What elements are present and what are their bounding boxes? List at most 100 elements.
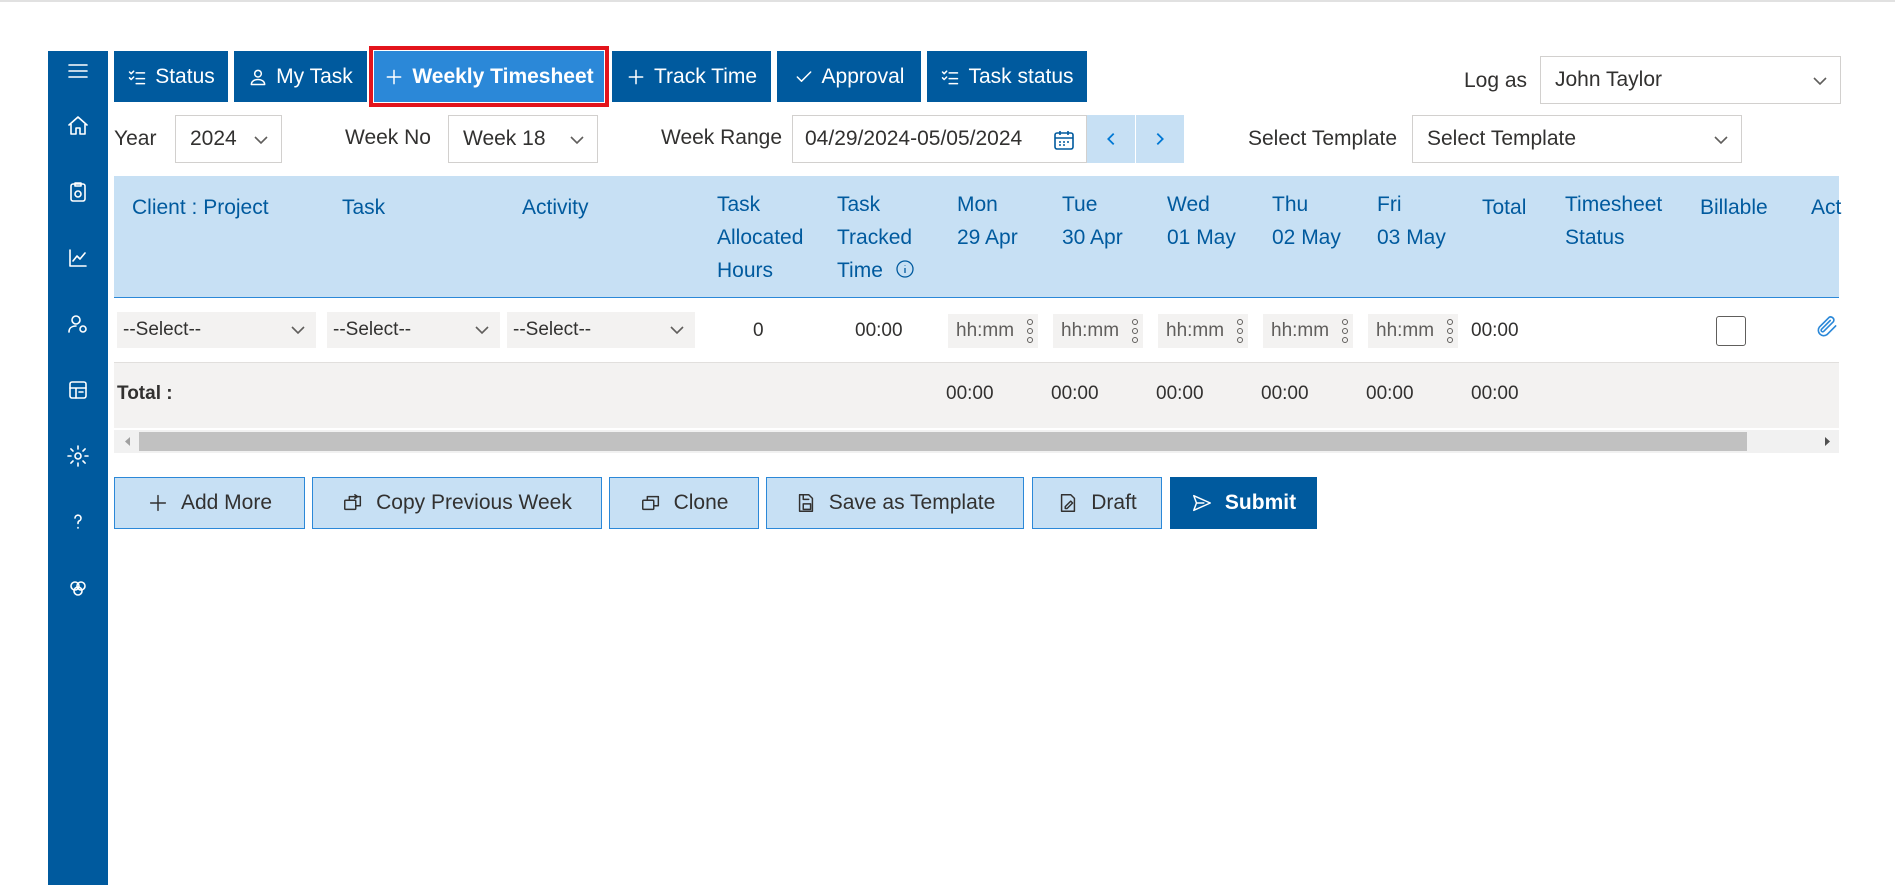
- time-input-tue[interactable]: hh:mm: [1053, 314, 1143, 348]
- row-total-value: 00:00: [1471, 320, 1519, 341]
- info-icon[interactable]: [895, 256, 915, 278]
- week-range-field[interactable]: 04/29/2024-05/05/2024: [792, 115, 1087, 163]
- board-icon[interactable]: [48, 370, 108, 410]
- total-thu: 00:00: [1261, 383, 1309, 404]
- chevron-down-icon: [251, 130, 271, 150]
- calendar-icon[interactable]: [1052, 128, 1076, 152]
- user-settings-icon[interactable]: [48, 304, 108, 344]
- user-icon: [250, 69, 266, 85]
- more-vertical-icon[interactable]: [1446, 316, 1454, 346]
- col-allocated: Task Allocated Hours: [717, 193, 804, 282]
- chevron-right-icon: [1156, 132, 1164, 146]
- col-action: Act: [1811, 196, 1842, 219]
- chevron-down-icon: [472, 320, 492, 346]
- tab-my-task-label: My Task: [276, 64, 353, 88]
- scrollbar-thumb[interactable]: [139, 432, 1747, 451]
- client-project-select[interactable]: --Select--: [117, 312, 316, 348]
- col-wed: Wed 01 May: [1167, 193, 1236, 249]
- save-template-icon: [798, 494, 813, 512]
- add-more-button[interactable]: Add More: [114, 477, 305, 529]
- check-icon: [796, 70, 811, 82]
- total-overall: 00:00: [1471, 383, 1519, 404]
- week-no-label: Week No: [345, 126, 431, 149]
- time-input-thu[interactable]: hh:mm: [1263, 314, 1353, 348]
- week-range-label: Week Range: [661, 126, 783, 149]
- copy-icon: [344, 494, 362, 511]
- template-dropdown[interactable]: Select Template: [1412, 115, 1742, 163]
- time-input-mon[interactable]: hh:mm: [948, 314, 1038, 348]
- log-as-dropdown[interactable]: John Taylor: [1540, 56, 1841, 104]
- more-vertical-icon[interactable]: [1236, 316, 1244, 346]
- task-select[interactable]: --Select--: [327, 312, 500, 348]
- tab-approval[interactable]: Approval: [777, 51, 921, 102]
- menu-icon[interactable]: [48, 51, 108, 91]
- col-client-project: Client : Project: [132, 196, 269, 219]
- billable-checkbox[interactable]: [1716, 316, 1746, 346]
- time-input-fri[interactable]: hh:mm: [1368, 314, 1458, 348]
- chevron-down-icon: [667, 320, 687, 346]
- col-billable: Billable: [1700, 196, 1768, 219]
- col-task: Task: [342, 196, 386, 219]
- help-icon[interactable]: [48, 502, 108, 542]
- tab-weekly-timesheet-label: Weekly Timesheet: [412, 64, 594, 88]
- tab-track-time[interactable]: Track Time: [612, 51, 771, 102]
- gear-icon[interactable]: [48, 436, 108, 476]
- more-vertical-icon[interactable]: [1341, 316, 1349, 346]
- scroll-right-icon[interactable]: [1817, 432, 1837, 451]
- checklist-icon: [942, 69, 959, 84]
- year-value: 2024: [190, 127, 237, 150]
- activity-select[interactable]: --Select--: [507, 312, 695, 348]
- grid-header: Client : Project Task Activity Task Allo…: [114, 176, 1842, 298]
- clone-button[interactable]: Clone: [609, 477, 759, 529]
- clone-icon: [641, 495, 659, 511]
- total-wed: 00:00: [1156, 383, 1204, 404]
- tab-task-status[interactable]: Task status: [927, 51, 1087, 102]
- submit-button[interactable]: Submit: [1170, 477, 1317, 529]
- tab-status-label: Status: [155, 64, 215, 88]
- plus-icon: [149, 494, 167, 512]
- integrations-icon[interactable]: [48, 568, 108, 608]
- tab-status[interactable]: Status: [114, 51, 228, 102]
- more-vertical-icon[interactable]: [1026, 316, 1034, 346]
- top-divider: [0, 0, 1895, 2]
- chevron-down-icon: [1810, 71, 1830, 91]
- timesheet-icon[interactable]: [48, 172, 108, 212]
- col-mon: Mon 29 Apr: [957, 193, 1018, 249]
- col-timesheet-status: Timesheet Status: [1565, 193, 1663, 249]
- scroll-left-icon[interactable]: [118, 432, 138, 451]
- send-icon: [1192, 494, 1211, 512]
- year-dropdown[interactable]: 2024: [175, 115, 282, 163]
- draft-icon: [1061, 494, 1076, 512]
- chevron-down-icon: [1711, 130, 1731, 150]
- tab-weekly-timesheet[interactable]: Weekly Timesheet: [369, 46, 609, 107]
- week-no-dropdown[interactable]: Week 18: [448, 115, 598, 163]
- year-label: Year: [114, 127, 157, 150]
- log-as-value: John Taylor: [1555, 68, 1663, 91]
- time-input-wed[interactable]: hh:mm: [1158, 314, 1248, 348]
- home-icon[interactable]: [48, 106, 108, 146]
- tracked-time-value: 00:00: [855, 320, 903, 341]
- chevron-down-icon: [288, 320, 308, 346]
- week-range-value: 04/29/2024-05/05/2024: [805, 127, 1023, 150]
- tab-track-time-label: Track Time: [653, 64, 758, 88]
- chart-icon[interactable]: [48, 238, 108, 278]
- chevron-left-icon: [1107, 132, 1115, 146]
- sidebar: [48, 51, 108, 885]
- allocated-hours-value: 0: [753, 320, 764, 341]
- plus-icon: [386, 69, 402, 84]
- col-tracked: Task Tracked Time: [837, 188, 915, 287]
- select-template-label: Select Template: [1248, 127, 1398, 150]
- week-no-value: Week 18: [463, 127, 546, 150]
- col-fri: Fri 03 May: [1377, 193, 1446, 249]
- attachment-icon[interactable]: [1814, 314, 1840, 340]
- tab-approval-label: Approval: [821, 64, 905, 88]
- prev-week-button[interactable]: [1087, 115, 1135, 163]
- next-week-button[interactable]: [1136, 115, 1184, 163]
- table-row: --Select-- --Select-- --Select-- 0 00:00…: [114, 298, 1839, 363]
- more-vertical-icon[interactable]: [1131, 316, 1139, 346]
- draft-button[interactable]: Draft: [1032, 477, 1162, 529]
- copy-previous-week-button[interactable]: Copy Previous Week: [312, 477, 602, 529]
- total-fri: 00:00: [1366, 383, 1414, 404]
- tab-my-task[interactable]: My Task: [234, 51, 367, 102]
- save-as-template-button[interactable]: Save as Template: [766, 477, 1024, 529]
